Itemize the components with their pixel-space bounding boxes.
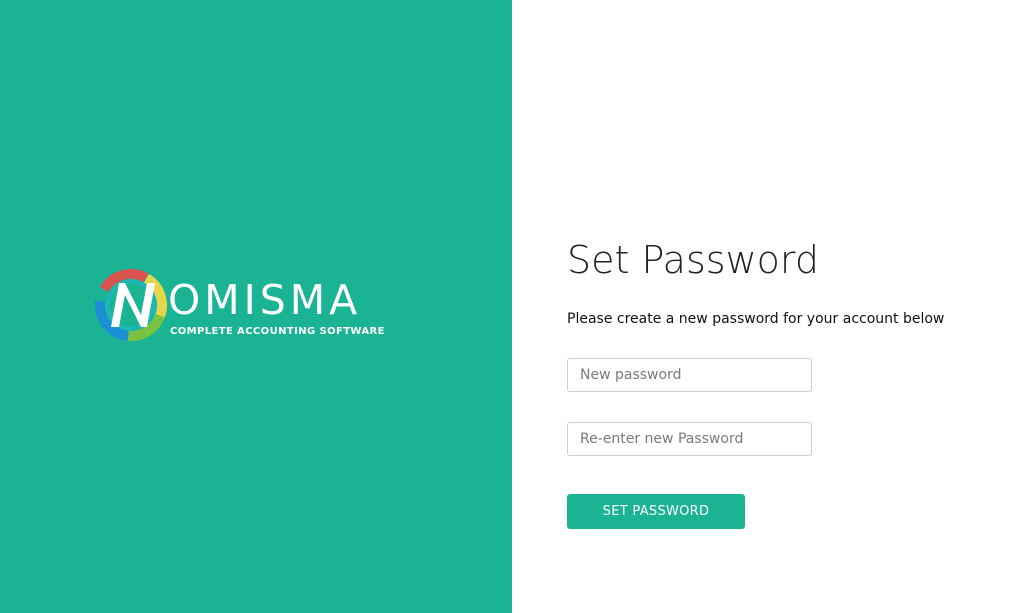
logo-letter-n-icon (111, 283, 155, 327)
confirm-password-field[interactable] (567, 422, 812, 456)
logo-tagline: COMPLETE ACCOUNTING SOFTWARE (170, 326, 385, 337)
set-password-page: OMISMA COMPLETE ACCOUNTING SOFTWARE Set … (0, 0, 1024, 613)
brand-panel: OMISMA COMPLETE ACCOUNTING SOFTWARE (0, 0, 512, 613)
new-password-field[interactable] (567, 358, 812, 392)
page-title: Set Password (567, 238, 819, 282)
logo-wordmark: OMISMA (168, 276, 362, 324)
form-panel: Set Password Please create a new passwor… (512, 0, 1024, 613)
set-password-button[interactable]: SET PASSWORD (567, 494, 745, 529)
form-instructions: Please create a new password for your ac… (567, 311, 945, 327)
nomisma-logo: OMISMA COMPLETE ACCOUNTING SOFTWARE (94, 268, 388, 342)
